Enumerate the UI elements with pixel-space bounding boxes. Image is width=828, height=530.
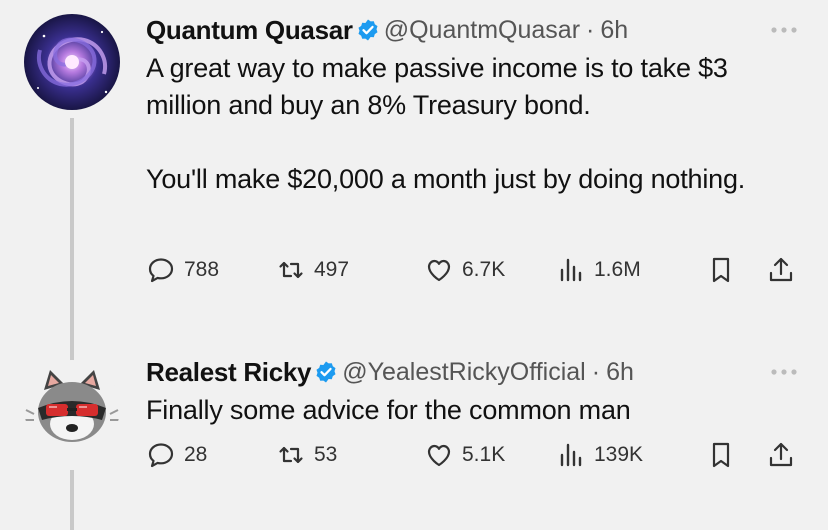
- like-button[interactable]: 6.7K: [424, 255, 505, 285]
- handle[interactable]: @QuantmQuasar: [384, 16, 580, 45]
- retweet-count: 53: [314, 443, 338, 466]
- reply-count: 788: [184, 258, 220, 281]
- view-count: 139K: [594, 443, 644, 466]
- retweet-button[interactable]: 497: [276, 255, 349, 285]
- share-button[interactable]: [766, 255, 796, 285]
- handle[interactable]: @YealestRickyOfficial: [342, 358, 586, 387]
- reply-button[interactable]: 28: [146, 440, 207, 470]
- share-icon: [769, 442, 793, 467]
- tweet-header: Realest Ricky @YealestRickyOfficial · 6h: [146, 354, 808, 390]
- like-count: 6.7K: [462, 258, 506, 281]
- reply-button[interactable]: 788: [146, 255, 219, 285]
- tweet-text-paragraph-1: A great way to make passive income is to…: [146, 53, 728, 120]
- more-options-icon[interactable]: [764, 20, 804, 40]
- like-button[interactable]: 5.1K: [424, 440, 505, 470]
- retweet-icon: [279, 446, 303, 464]
- tweet-text-paragraph-2: You'll make $20,000 a month just by doin…: [146, 164, 746, 194]
- tweet-realest-ricky[interactable]: Realest Ricky @YealestRickyOfficial · 6h…: [0, 330, 828, 530]
- avatar[interactable]: [24, 360, 120, 456]
- views-chart-icon: [560, 443, 582, 467]
- views-chart-icon: [560, 258, 582, 282]
- view-count: 1.6M: [594, 258, 641, 281]
- retweet-button[interactable]: 53: [276, 440, 337, 470]
- views-button[interactable]: 139K: [556, 440, 643, 470]
- verified-badge-icon: [316, 361, 336, 383]
- reply-icon: [148, 443, 174, 468]
- display-name[interactable]: Realest Ricky: [146, 357, 312, 388]
- retweet-count: 497: [314, 258, 350, 281]
- raccoon-sunglasses-avatar-icon: [24, 360, 120, 456]
- separator-dot: ·: [586, 15, 595, 44]
- verified-badge-icon: [358, 19, 378, 41]
- tweet-body: Realest Ricky @YealestRickyOfficial · 6h…: [146, 354, 808, 429]
- views-button[interactable]: 1.6M: [556, 255, 641, 285]
- bookmark-icon: [712, 442, 730, 468]
- reply-icon: [148, 258, 174, 283]
- share-icon: [769, 257, 793, 282]
- heart-icon: [427, 259, 451, 282]
- timestamp[interactable]: 6h: [606, 358, 634, 387]
- thread-line: [70, 470, 74, 530]
- avatar[interactable]: [24, 14, 120, 110]
- share-button[interactable]: [766, 440, 796, 470]
- tweet-quantum-quasar[interactable]: Quantum Quasar @QuantmQuasar · 6h A grea…: [0, 0, 828, 368]
- tweet-text: A great way to make passive income is to…: [146, 50, 808, 198]
- bookmark-button[interactable]: [706, 440, 736, 470]
- tweet-text: Finally some advice for the common man: [146, 395, 631, 425]
- retweet-icon: [279, 261, 303, 279]
- display-name[interactable]: Quantum Quasar: [146, 15, 353, 46]
- tweet-body: Quantum Quasar @QuantmQuasar · 6h A grea…: [146, 12, 808, 198]
- heart-icon: [427, 444, 451, 467]
- bookmark-button[interactable]: [706, 255, 736, 285]
- more-options-icon[interactable]: [764, 362, 804, 382]
- tweet-header: Quantum Quasar @QuantmQuasar · 6h: [146, 12, 808, 48]
- galaxy-avatar-icon: [24, 14, 120, 110]
- separator-dot: ·: [591, 357, 601, 386]
- timestamp[interactable]: 6h: [600, 16, 628, 45]
- reply-count: 28: [184, 443, 208, 466]
- like-count: 5.1K: [462, 443, 506, 466]
- bookmark-icon: [712, 257, 730, 283]
